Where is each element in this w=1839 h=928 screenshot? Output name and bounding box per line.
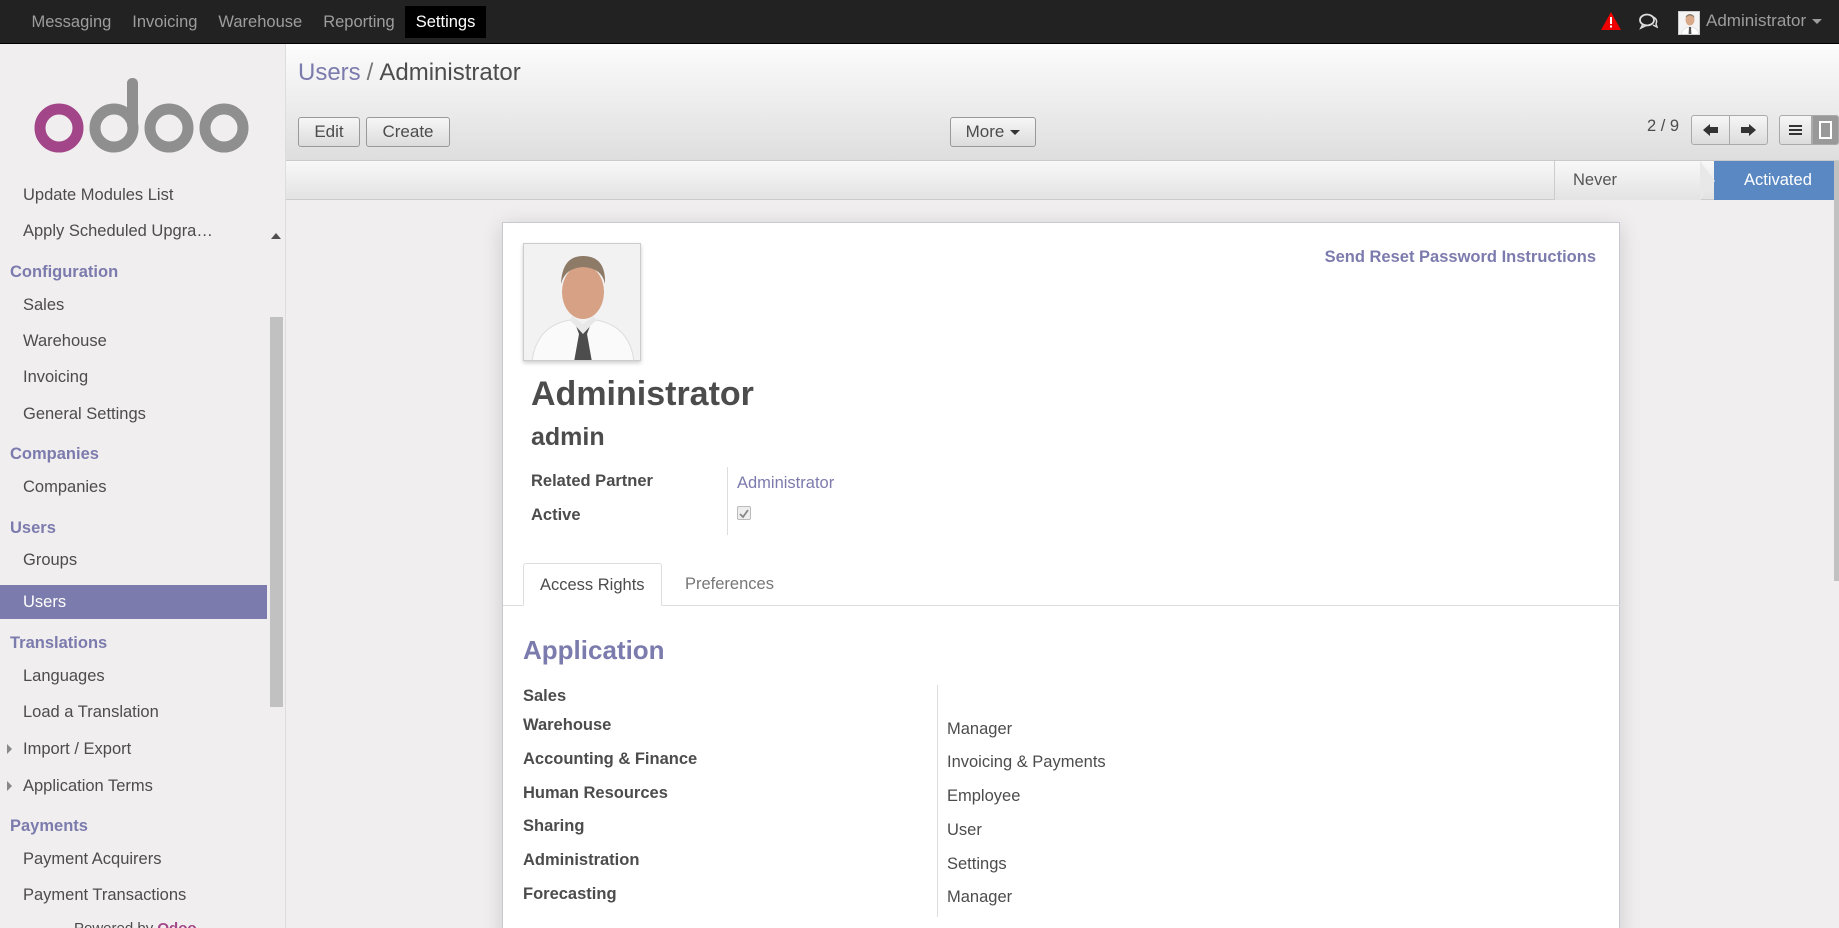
sidebar-scrollbar[interactable] <box>270 317 283 707</box>
sidebar-item-apply-upgrades[interactable]: Apply Scheduled Upgra… <box>0 214 267 248</box>
breadcrumb-users[interactable]: Users <box>298 59 361 86</box>
active-checkbox[interactable] <box>737 506 751 520</box>
chevron-down-icon <box>1010 130 1021 136</box>
sidebar-item-import-export[interactable]: Import / Export <box>0 732 267 766</box>
right-label-sharing: Sharing <box>523 817 585 835</box>
user-name: Administrator <box>1706 11 1807 30</box>
sidebar-item-application-terms[interactable]: Application Terms <box>0 769 267 803</box>
scroll-up-icon[interactable] <box>271 233 281 239</box>
right-value-accounting[interactable]: Invoicing & Payments <box>947 753 1106 772</box>
right-value-administration[interactable]: Settings <box>947 855 1007 874</box>
sidebar-item-companies[interactable]: Companies <box>0 470 267 504</box>
right-label-warehouse: Warehouse <box>523 716 612 734</box>
sidebar-item-payment-acquirers[interactable]: Payment Acquirers <box>0 842 267 876</box>
sidebar-item-languages[interactable]: Languages <box>0 659 267 693</box>
top-navbar: Messaging Invoicing Warehouse Reporting … <box>0 0 1839 44</box>
create-button[interactable]: Create <box>366 117 450 147</box>
tab-preferences[interactable]: Preferences <box>669 563 790 606</box>
sidebar-item-users[interactable]: Users <box>0 585 267 619</box>
menu-invoicing[interactable]: Invoicing <box>122 6 208 38</box>
more-label: More <box>965 122 1005 141</box>
right-label-sales: Sales <box>523 687 567 705</box>
menu-warehouse[interactable]: Warehouse <box>208 6 313 38</box>
control-panel: Users / Administrator Edit Create More 2 /… <box>286 44 1839 161</box>
user-name-field: Administrator <box>531 375 754 413</box>
form-sheet: Send Reset Password Instructions Adminis… <box>502 222 1621 928</box>
sidebar-item-sales[interactable]: Sales <box>0 288 267 322</box>
status-activated[interactable]: Activated <box>1714 161 1839 200</box>
right-label-administration: Administration <box>523 851 640 869</box>
chevron-down-icon <box>1812 19 1823 25</box>
status-bar: Never Connected Activated <box>286 161 1839 228</box>
odoo-logo[interactable] <box>30 70 252 160</box>
form-icon <box>1819 121 1832 139</box>
chat-icon[interactable] <box>1639 13 1658 30</box>
rights-separator <box>937 685 938 917</box>
user-menu[interactable]: Administrator <box>1706 11 1823 31</box>
sidebar-item-payment-transactions[interactable]: Payment Transactions <box>0 878 267 912</box>
pager-next-button[interactable] <box>1729 115 1768 145</box>
sidebar-section-payments[interactable]: Payments <box>10 814 88 838</box>
pager-previous-button[interactable] <box>1691 115 1730 145</box>
right-value-warehouse[interactable]: Manager <box>947 720 1012 739</box>
section-application-title: Application <box>523 635 665 665</box>
main-scrollbar[interactable] <box>1834 161 1839 581</box>
more-dropdown[interactable]: More <box>950 117 1036 147</box>
powered-by-brand[interactable]: Odoo <box>157 920 196 928</box>
edit-button[interactable]: Edit <box>298 117 360 147</box>
user-avatar-icon[interactable] <box>1678 11 1700 35</box>
sidebar-item-update-modules[interactable]: Update Modules List <box>0 178 267 212</box>
arrow-left-icon <box>1703 124 1718 136</box>
user-photo[interactable] <box>523 243 641 361</box>
status-never-connected[interactable]: Never Connected <box>1554 161 1701 228</box>
list-icon <box>1789 125 1802 135</box>
checkmark-icon <box>739 509 749 519</box>
powered-by-label: Powered by <box>74 920 153 928</box>
app-menu: Messaging Invoicing Warehouse Reporting … <box>21 6 486 38</box>
sidebar-section-users[interactable]: Users <box>10 516 56 540</box>
sidebar-item-warehouse[interactable]: Warehouse <box>0 324 267 358</box>
right-label-forecasting: Forecasting <box>523 885 617 903</box>
user-login-field: admin <box>531 423 605 451</box>
status-chevron <box>1700 161 1715 200</box>
breadcrumb: Users / Administrator <box>298 59 521 87</box>
arrow-right-icon <box>1741 124 1756 136</box>
sidebar-item-general-settings[interactable]: General Settings <box>0 397 267 431</box>
right-label-accounting: Accounting & Finance <box>523 750 698 768</box>
pager-value[interactable]: 2 / 9 <box>1647 117 1679 136</box>
active-label: Active <box>531 506 581 524</box>
breadcrumb-current: Administrator <box>379 59 521 86</box>
sidebar-section-companies[interactable]: Companies <box>10 442 99 466</box>
sidebar-item-groups[interactable]: Groups <box>0 543 267 577</box>
right-value-sharing[interactable]: User <box>947 821 982 840</box>
menu-reporting[interactable]: Reporting <box>313 6 406 38</box>
list-view-button[interactable] <box>1779 115 1812 145</box>
warning-icon[interactable] <box>1601 12 1621 30</box>
sidebar-section-configuration[interactable]: Configuration <box>10 260 118 284</box>
related-partner-link[interactable]: Administrator <box>737 474 834 493</box>
send-reset-password-link[interactable]: Send Reset Password Instructions <box>1325 248 1596 267</box>
right-value-forecasting[interactable]: Manager <box>947 888 1012 907</box>
powered-by: Powered by Odoo <box>74 920 197 928</box>
sidebar-item-invoicing[interactable]: Invoicing <box>0 360 267 394</box>
right-value-hr[interactable]: Employee <box>947 787 1020 806</box>
field-separator <box>727 467 728 535</box>
related-partner-label: Related Partner <box>531 472 653 490</box>
sidebar: Update Modules List Apply Scheduled Upgr… <box>0 44 286 928</box>
sidebar-section-translations[interactable]: Translations <box>10 631 107 655</box>
sidebar-item-load-translation[interactable]: Load a Translation <box>0 695 267 729</box>
right-label-hr: Human Resources <box>523 784 668 802</box>
menu-messaging[interactable]: Messaging <box>21 6 122 38</box>
form-view-button[interactable] <box>1812 115 1839 145</box>
tab-access-rights[interactable]: Access Rights <box>523 563 662 606</box>
menu-settings[interactable]: Settings <box>405 6 486 38</box>
form-tabs: Access Rights Preferences <box>503 563 1621 606</box>
breadcrumb-separator: / <box>366 59 374 86</box>
